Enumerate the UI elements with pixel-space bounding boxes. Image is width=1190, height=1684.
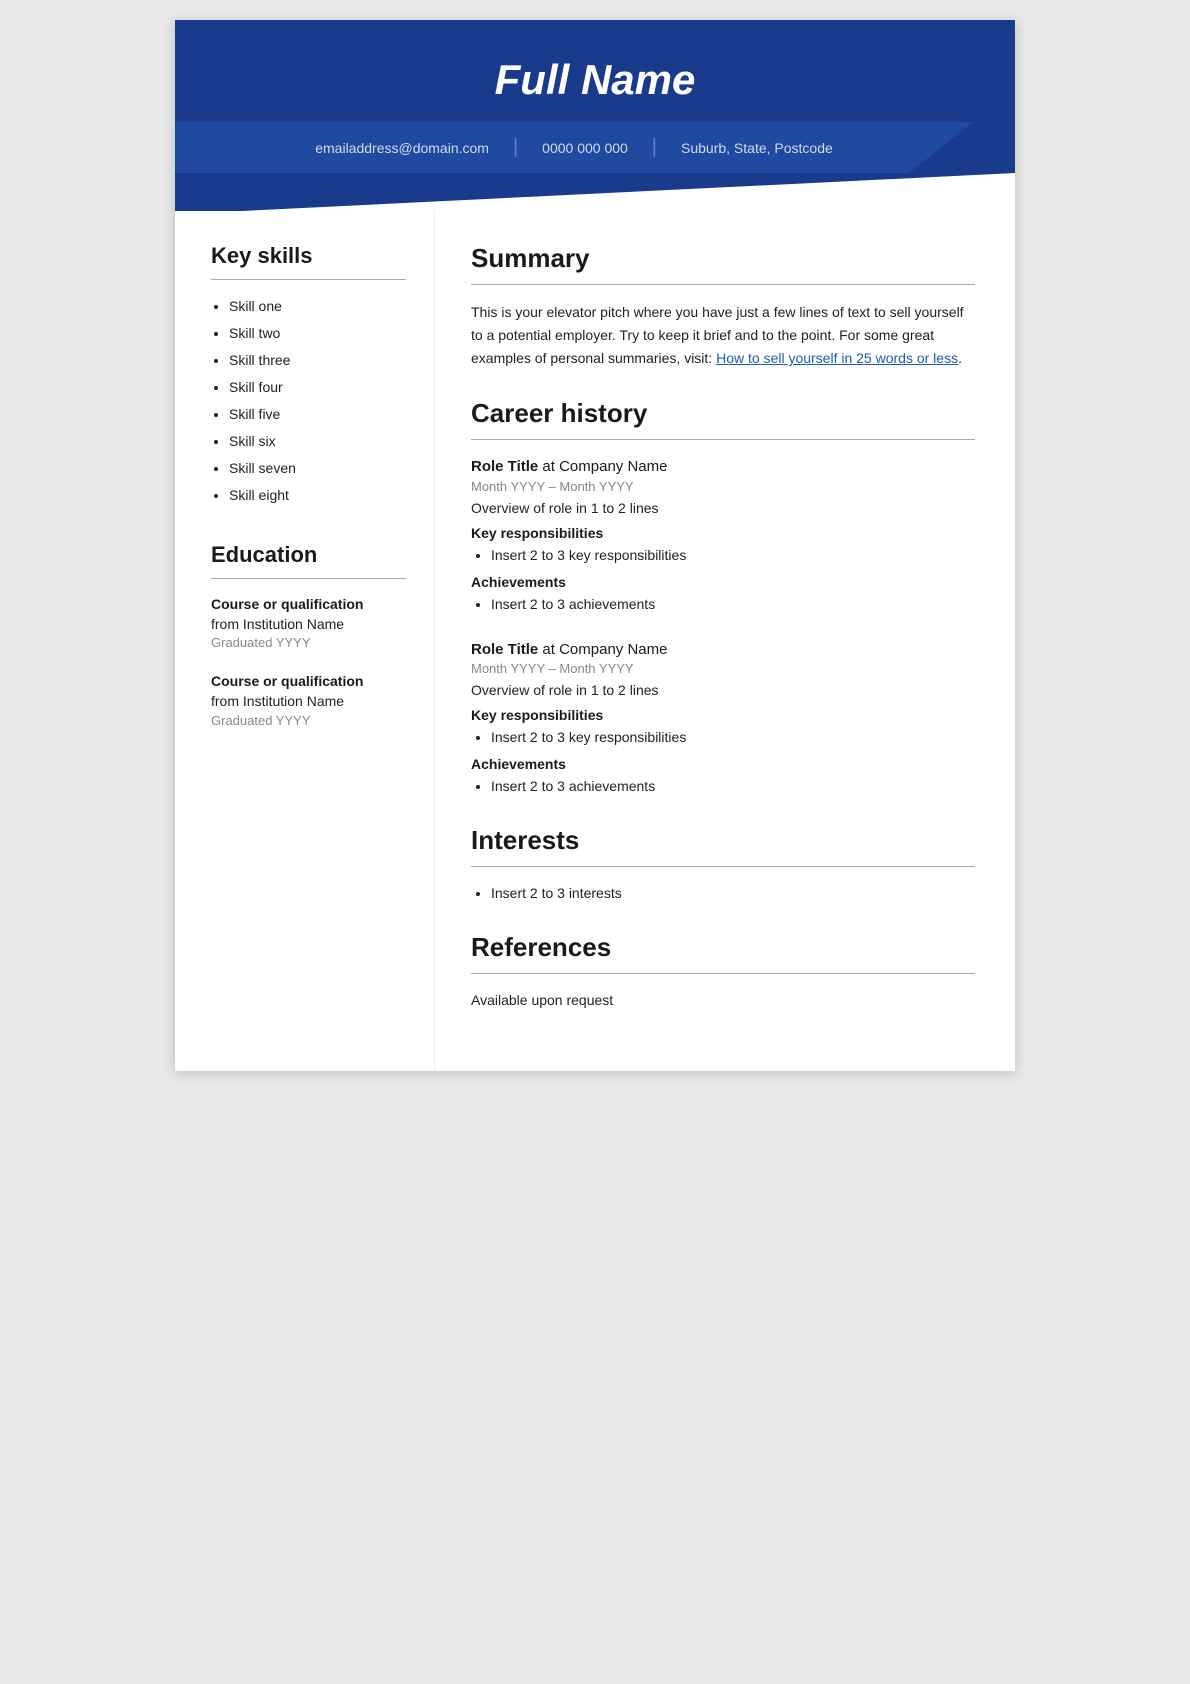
interests-title: Interests xyxy=(471,825,975,856)
job-achievements-list-2: Insert 2 to 3 achievements xyxy=(471,776,975,797)
summary-paragraph: This is your elevator pitch where you ha… xyxy=(471,301,975,370)
job-at-company-1: at Company Name xyxy=(538,458,667,475)
references-divider xyxy=(471,973,975,974)
job-entry-2: Role Title at Company Name Month YYYY – … xyxy=(471,639,975,798)
education-item-2: Course or qualification from Institution… xyxy=(211,672,406,729)
edu-course-1: Course or qualification xyxy=(211,595,406,615)
career-history-section: Career history Role Title at Company Nam… xyxy=(471,398,975,797)
education-title: Education xyxy=(211,542,406,568)
list-item: Insert 2 to 3 key responsibilities xyxy=(491,727,975,748)
job-title-line-2: Role Title at Company Name xyxy=(471,639,975,662)
references-text: Available upon request xyxy=(471,990,975,1011)
job-overview-1: Overview of role in 1 to 2 lines xyxy=(471,498,975,519)
resume-body: Key skills Skill one Skill two Skill thr… xyxy=(175,211,1015,1071)
career-history-divider xyxy=(471,439,975,440)
job-dates-1: Month YYYY – Month YYYY xyxy=(471,479,975,494)
phone-contact: 0000 000 000 xyxy=(518,140,652,156)
edu-institution-1: from Institution Name xyxy=(211,615,406,635)
list-item: Skill seven xyxy=(229,458,406,479)
list-item: Skill eight xyxy=(229,485,406,506)
list-item: Insert 2 to 3 key responsibilities xyxy=(491,545,975,566)
list-item: Insert 2 to 3 achievements xyxy=(491,776,975,797)
job-responsibilities-heading-2: Key responsibilities xyxy=(471,707,975,723)
job-title-line-1: Role Title at Company Name xyxy=(471,456,975,479)
job-dates-2: Month YYYY – Month YYYY xyxy=(471,661,975,676)
summary-text-2: . xyxy=(958,350,962,366)
summary-title: Summary xyxy=(471,243,975,274)
interests-section: Interests Insert 2 to 3 interests xyxy=(471,825,975,904)
key-skills-title: Key skills xyxy=(211,243,406,269)
education-divider xyxy=(211,578,406,579)
skills-list: Skill one Skill two Skill three Skill fo… xyxy=(211,296,406,506)
job-role-title-1: Role Title xyxy=(471,458,538,475)
summary-section: Summary This is your elevator pitch wher… xyxy=(471,243,975,370)
list-item: Skill six xyxy=(229,431,406,452)
list-item: Insert 2 to 3 achievements xyxy=(491,594,975,615)
list-item: Skill four xyxy=(229,377,406,398)
resume-document: Full Name emailaddress@domain.com | 0000… xyxy=(175,20,1015,1071)
education-section: Education Course or qualification from I… xyxy=(211,542,406,730)
summary-divider xyxy=(471,284,975,285)
skills-divider xyxy=(211,279,406,280)
job-achievements-heading-2: Achievements xyxy=(471,756,975,772)
job-role-title-2: Role Title xyxy=(471,641,538,658)
full-name: Full Name xyxy=(175,56,1015,122)
edu-graduated-1: Graduated YYYY xyxy=(211,634,406,652)
summary-link[interactable]: How to sell yourself in 25 words or less xyxy=(716,350,958,366)
sidebar: Key skills Skill one Skill two Skill thr… xyxy=(175,211,435,1071)
job-responsibilities-list-2: Insert 2 to 3 key responsibilities xyxy=(471,727,975,748)
list-item: Skill three xyxy=(229,350,406,371)
job-entry-1: Role Title at Company Name Month YYYY – … xyxy=(471,456,975,615)
key-skills-section: Key skills Skill one Skill two Skill thr… xyxy=(211,243,406,506)
contact-bar: emailaddress@domain.com | 0000 000 000 |… xyxy=(175,122,973,173)
job-achievements-heading-1: Achievements xyxy=(471,574,975,590)
list-item: Insert 2 to 3 interests xyxy=(491,883,975,904)
list-item: Skill one xyxy=(229,296,406,317)
edu-graduated-2: Graduated YYYY xyxy=(211,712,406,730)
location-contact: Suburb, State, Postcode xyxy=(657,140,857,156)
references-title: References xyxy=(471,932,975,963)
list-item: Skill two xyxy=(229,323,406,344)
education-item-1: Course or qualification from Institution… xyxy=(211,595,406,652)
job-responsibilities-list-1: Insert 2 to 3 key responsibilities xyxy=(471,545,975,566)
job-overview-2: Overview of role in 1 to 2 lines xyxy=(471,680,975,701)
list-item: Skill five xyxy=(229,404,406,425)
job-responsibilities-heading-1: Key responsibilities xyxy=(471,525,975,541)
resume-header: Full Name emailaddress@domain.com | 0000… xyxy=(175,20,1015,211)
header-stripe xyxy=(175,173,1015,211)
email-contact: emailaddress@domain.com xyxy=(291,140,513,156)
career-history-title: Career history xyxy=(471,398,975,429)
job-at-company-2: at Company Name xyxy=(538,641,667,658)
references-section: References Available upon request xyxy=(471,932,975,1011)
interests-divider xyxy=(471,866,975,867)
edu-course-2: Course or qualification xyxy=(211,672,406,692)
interests-list: Insert 2 to 3 interests xyxy=(471,883,975,904)
job-achievements-list-1: Insert 2 to 3 achievements xyxy=(471,594,975,615)
edu-institution-2: from Institution Name xyxy=(211,692,406,712)
main-content: Summary This is your elevator pitch wher… xyxy=(435,211,1015,1071)
